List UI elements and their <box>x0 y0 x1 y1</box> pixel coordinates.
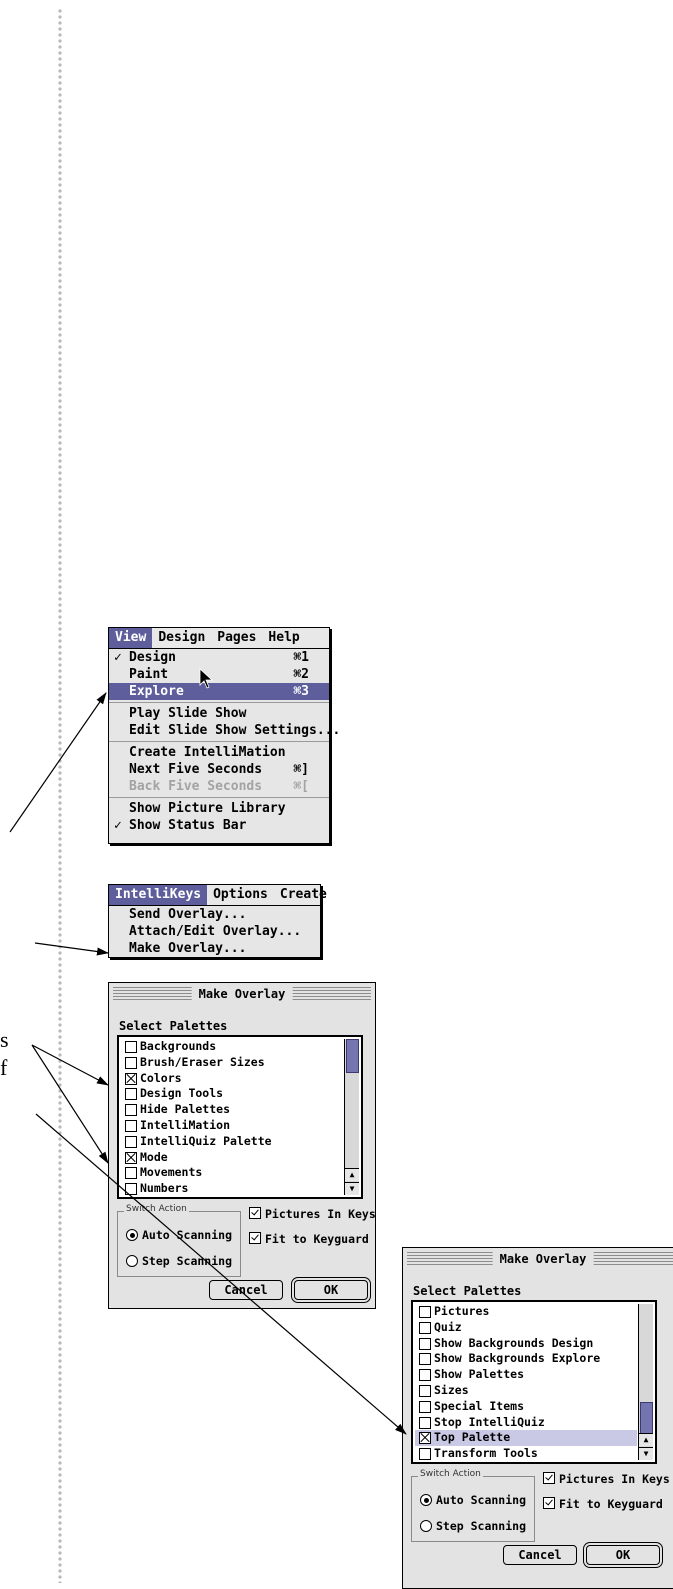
arrow-to-mode <box>31 1044 109 1164</box>
arrow-to-colors <box>31 1044 109 1086</box>
arrow-to-explore <box>9 692 107 833</box>
arrow-to-top-palette <box>35 1113 407 1435</box>
arrow-to-make-overlay <box>34 942 109 956</box>
mouse-pointer-icon <box>199 668 214 689</box>
callout-arrows <box>9 668 407 1435</box>
